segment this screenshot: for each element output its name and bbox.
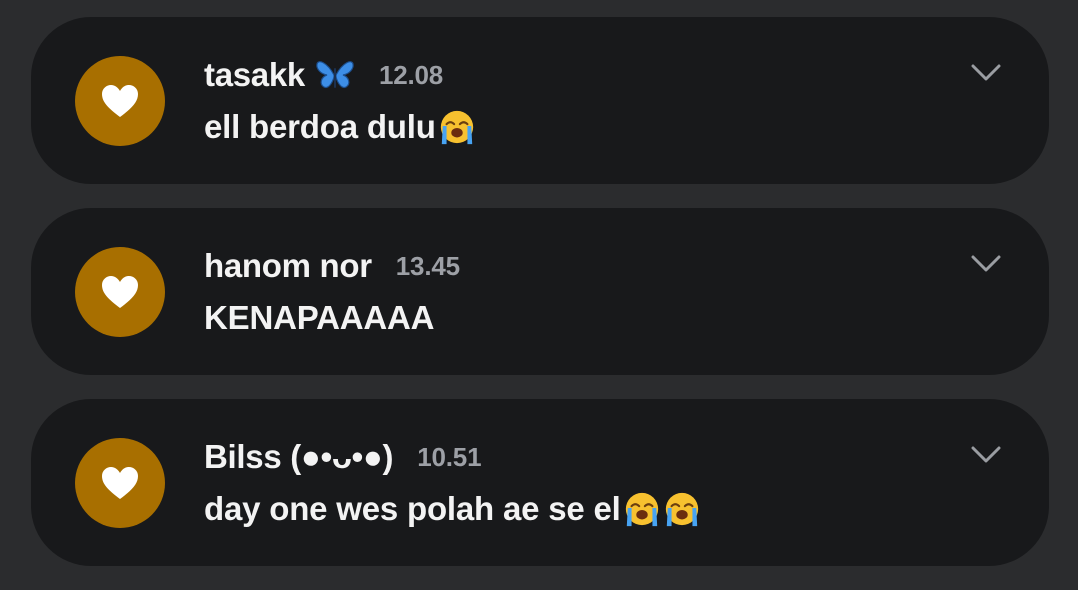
comment-card[interactable]: tasakk 12.08 ell berdoa dulu xyxy=(31,17,1049,184)
comment-card[interactable]: Bilss (●•ᴗ•●) 10.51 day one wes polah ae… xyxy=(31,399,1049,566)
chevron-down-icon[interactable] xyxy=(971,444,1001,466)
loudly-crying-face-icon xyxy=(623,490,661,528)
comment-time: 12.08 xyxy=(378,59,444,90)
comment-header: Bilss (●•ᴗ•●) 10.51 xyxy=(204,437,482,477)
comment-header: tasakk 12.08 xyxy=(204,55,443,95)
heart-icon xyxy=(100,465,140,501)
comment-header: hanom nor 13.45 xyxy=(204,246,460,286)
comment-text: KENAPAAAAA xyxy=(204,299,435,336)
comment-text: day one wes polah ae se el xyxy=(204,490,621,527)
chevron-down-icon[interactable] xyxy=(971,253,1001,275)
heart-icon xyxy=(100,83,140,119)
chevron-down-icon[interactable] xyxy=(971,62,1001,84)
author-name[interactable]: hanom nor xyxy=(204,247,372,285)
author-name[interactable]: tasakk xyxy=(204,56,305,94)
avatar[interactable] xyxy=(75,247,165,337)
avatar[interactable] xyxy=(75,438,165,528)
butterfly-icon xyxy=(315,58,355,92)
loudly-crying-face-icon xyxy=(663,490,701,528)
comment-message: ell berdoa dulu xyxy=(204,105,476,149)
heart-icon xyxy=(100,274,140,310)
loudly-crying-face-icon xyxy=(438,108,476,146)
comment-card[interactable]: hanom nor 13.45 KENAPAAAAA xyxy=(31,208,1049,375)
comment-time: 13.45 xyxy=(395,250,460,281)
comment-list: tasakk 12.08 ell berdoa dulu hanom nor 1… xyxy=(31,17,1049,590)
comment-text: ell berdoa dulu xyxy=(204,108,436,145)
author-name[interactable]: Bilss (●•ᴗ•●) xyxy=(204,438,394,476)
avatar[interactable] xyxy=(75,56,165,146)
comment-message: KENAPAAAAA xyxy=(204,296,434,340)
comment-time: 10.51 xyxy=(417,441,482,472)
comment-message: day one wes polah ae se el xyxy=(204,487,701,531)
